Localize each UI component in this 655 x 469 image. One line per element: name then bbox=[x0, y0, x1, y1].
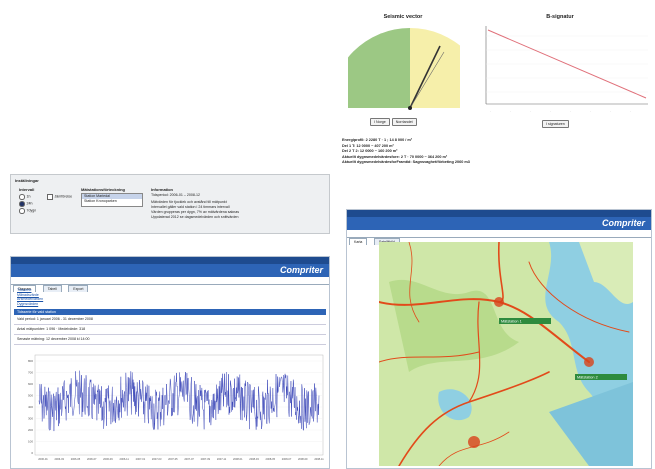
ts-plot-area bbox=[34, 354, 324, 456]
station-select[interactable]: Station Mariedal Station Kronoparken bbox=[81, 193, 143, 207]
signature-button[interactable]: I signaturen bbox=[542, 120, 569, 128]
interval-label: Intervall bbox=[19, 187, 35, 192]
gauge-zone-green bbox=[348, 28, 410, 108]
radio-label: 24h bbox=[26, 201, 33, 206]
ts-x-tick-label: 2007-07 bbox=[184, 457, 194, 461]
gauge-title: Seismic vector bbox=[383, 14, 423, 20]
ts-banner: Compriter bbox=[11, 264, 329, 277]
gauge-button-norge[interactable]: I Norge bbox=[370, 118, 390, 126]
ts-x-tick-label: 2006-05 bbox=[71, 457, 81, 461]
ts-y-tick-label: 100 bbox=[28, 440, 33, 444]
ts-x-tick-label: 2007-05 bbox=[168, 457, 178, 461]
information-label: Information bbox=[151, 187, 173, 192]
signature-x-ticks: · · · · · · · · bbox=[490, 109, 631, 113]
ts-info-row: Senaste mätning: 12 december 2008 kl 14:… bbox=[14, 335, 326, 345]
information-text: Tidsperiod: 2006-01 – 2008-12 Mätvärden … bbox=[151, 193, 327, 220]
ts-y-tick-label: 500 bbox=[28, 394, 33, 398]
svg-text:·: · bbox=[530, 109, 531, 113]
svg-text:·: · bbox=[510, 109, 511, 113]
map-station-label-1: Mätstation 1 bbox=[501, 320, 522, 324]
radio-label: 1h bbox=[26, 194, 31, 199]
ts-info-row: Vald period: 1 januari 2006 - 31 decembe… bbox=[14, 315, 326, 325]
map-banner: Compriter bbox=[347, 217, 651, 230]
compare-checkbox[interactable]: Jämförelse bbox=[47, 194, 72, 200]
ts-y-tick-label: 400 bbox=[28, 405, 33, 409]
ts-y-tick-label: 300 bbox=[28, 417, 33, 421]
ts-tab-tabell[interactable]: Tabell bbox=[42, 285, 62, 292]
radio-icon bbox=[19, 194, 25, 200]
ts-x-tick-label: 2006-01 bbox=[38, 457, 48, 461]
signature-chart: · · · · · · · · bbox=[485, 26, 648, 113]
ts-x-tick-label: 2007-01 bbox=[136, 457, 146, 461]
radio-1h[interactable]: 1h bbox=[19, 194, 31, 200]
svg-text:·: · bbox=[630, 109, 631, 113]
gauge-hub bbox=[408, 106, 412, 110]
ts-y-tick-label: 800 bbox=[28, 359, 33, 363]
gauge-button-norrlandet[interactable]: Norrlandet bbox=[391, 118, 417, 126]
ts-y-tick-label: 600 bbox=[28, 382, 33, 386]
ts-link[interactable]: Dygnsvärden bbox=[17, 302, 323, 307]
ts-x-ticks: 2006-01 2006-03 2006-05 2006-07 2006-09 2006-… bbox=[38, 457, 324, 461]
ts-info-row: Antal mätpunkter: 1 096 · Medelvärde: 31… bbox=[14, 325, 326, 335]
ts-y-tick-label: 200 bbox=[28, 428, 33, 432]
ts-x-tick-label: 2008-03 bbox=[249, 457, 259, 461]
station-list-label: Mätstationsförteckning bbox=[81, 187, 126, 192]
info-line: Uppdaterad 2012 se dagsmedelvärden och s… bbox=[151, 215, 239, 219]
checkbox-label: Jämförelse bbox=[54, 194, 73, 199]
radio-icon bbox=[19, 208, 25, 214]
ts-x-tick-label: 2006-03 bbox=[54, 457, 64, 461]
ts-x-tick-label: 2006-09 bbox=[103, 457, 113, 461]
ts-x-tick-label: 2006-11 bbox=[120, 457, 130, 461]
timeseries-chart: 800 700 600 500 400 300 200 100 0 2006-01 2006-03… bbox=[28, 354, 324, 461]
map-brand-logo: Compriter bbox=[601, 218, 645, 228]
svg-text:·: · bbox=[490, 109, 491, 113]
gauge-button-row: I Norge Norrlandet bbox=[370, 118, 417, 126]
ts-navbar: Startsida Kartor Mätdata Rapporter Analy… bbox=[11, 257, 329, 273]
ts-x-tick-label: 2008-01 bbox=[233, 457, 243, 461]
map-view[interactable]: Mätstation 1 Mätstation 2 bbox=[379, 242, 633, 466]
checkbox-icon bbox=[47, 194, 53, 200]
svg-text:·: · bbox=[570, 109, 571, 113]
svg-text:·: · bbox=[550, 109, 551, 113]
signature-stats: Energiprofil: 2 2280 T · 1 ; 14 8 000 / … bbox=[342, 138, 642, 166]
ts-x-tick-label: 2007-11 bbox=[217, 457, 227, 461]
ts-x-tick-label: 2007-03 bbox=[152, 457, 162, 461]
ts-x-tick-label: 2008-07 bbox=[282, 457, 292, 461]
ts-tab-export[interactable]: Export bbox=[68, 285, 89, 292]
ts-x-tick-label: 2008-05 bbox=[266, 457, 276, 461]
map-station-label-2: Mätstation 2 bbox=[577, 376, 598, 380]
signature-chart-title: B-signatur bbox=[546, 14, 574, 20]
timeseries-panel: Startsida Kartor Mätdata Rapporter Analy… bbox=[10, 256, 330, 469]
info-line: Tidsperiod: 2006-01 – 2008-12 bbox=[151, 193, 201, 197]
svg-text:·: · bbox=[610, 109, 611, 113]
ts-x-tick-label: 2008-11 bbox=[314, 457, 324, 461]
ts-y-tick-label: 0 bbox=[31, 451, 33, 455]
ts-tab-row: Diagram Tabell Export bbox=[11, 277, 329, 292]
ts-x-tick-label: 2008-09 bbox=[298, 457, 308, 461]
stat-row: Aktuellt dygnsmedelvärdesforFramtid: Sag… bbox=[342, 160, 470, 165]
map-tab-row: Karta Satellitbild bbox=[347, 230, 651, 245]
settings-panel: Inställningar Intervall 1h 24h 7dygn Jäm… bbox=[10, 174, 330, 234]
gauge-chart bbox=[348, 28, 460, 110]
ts-y-ticks: 800 700 600 500 400 300 200 100 0 bbox=[28, 359, 33, 455]
radio-icon bbox=[19, 201, 25, 207]
radio-label: 7dygn bbox=[26, 208, 37, 213]
ts-x-tick-label: 2006-07 bbox=[87, 457, 97, 461]
signature-panel: Seismic vector I Norge Norrlandet B-sign… bbox=[340, 8, 650, 178]
radio-7dygn[interactable]: 7dygn bbox=[19, 208, 36, 214]
signature-button-wrap: I signaturen bbox=[542, 120, 569, 128]
map-panel: Startsida Kartor Mätdata Rapporter Analy… bbox=[346, 209, 652, 469]
map-tab-karta[interactable]: Karta bbox=[349, 238, 368, 245]
station-option[interactable]: Station Kronoparken bbox=[82, 199, 142, 204]
map-navbar: Startsida Kartor Mätdata Rapporter Analy… bbox=[347, 210, 651, 226]
settings-header: Inställningar bbox=[15, 178, 39, 183]
svg-text:·: · bbox=[590, 109, 591, 113]
ts-x-tick-label: 2007-09 bbox=[201, 457, 211, 461]
ts-y-tick-label: 700 bbox=[28, 371, 33, 375]
radio-24h[interactable]: 24h bbox=[19, 201, 33, 207]
ts-brand-logo: Compriter bbox=[279, 265, 323, 275]
